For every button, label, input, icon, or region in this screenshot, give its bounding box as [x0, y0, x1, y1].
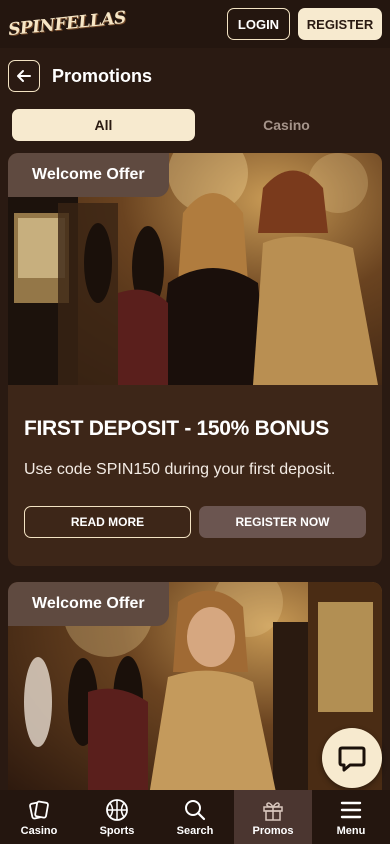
- register-button[interactable]: REGISTER: [298, 8, 382, 40]
- top-header: SPINFELLAS LOGIN REGISTER: [0, 0, 390, 48]
- tab-casino[interactable]: Casino: [195, 109, 378, 141]
- bottom-navigation: Casino Sports Search Promos Menu: [0, 790, 390, 844]
- promo-title: FIRST DEPOSIT - 150% BONUS: [24, 417, 329, 440]
- promo-description: Use code SPIN150 during your first depos…: [24, 461, 336, 478]
- tab-all[interactable]: All: [12, 109, 195, 141]
- nav-label: Search: [176, 824, 214, 837]
- page-title-row: Promotions: [0, 56, 390, 96]
- cards-icon: [29, 800, 49, 819]
- nav-item-sports[interactable]: Sports: [78, 790, 156, 844]
- login-button[interactable]: LOGIN: [227, 8, 290, 40]
- search-icon: [185, 799, 206, 820]
- read-more-button[interactable]: READ MORE: [24, 506, 191, 538]
- nav-label: Casino: [20, 824, 58, 837]
- nav-item-promos[interactable]: Promos: [234, 790, 312, 844]
- nav-label: Menu: [336, 824, 366, 837]
- register-now-button[interactable]: REGISTER NOW: [199, 506, 366, 538]
- spinfellas-logo[interactable]: SPINFELLAS: [7, 8, 126, 40]
- promo-category-tabs: All Casino: [12, 109, 378, 141]
- menu-icon: [340, 801, 362, 818]
- gift-icon: [263, 801, 283, 821]
- chat-bubble-icon: [338, 746, 366, 772]
- promotion-card: Welcome Offer FIRST DEPOSIT - 150% BONUS…: [8, 153, 382, 566]
- live-chat-button[interactable]: [322, 728, 382, 788]
- arrow-left-icon: [17, 70, 31, 82]
- page-title: Promotions: [52, 65, 153, 86]
- nav-item-casino[interactable]: Casino: [0, 790, 78, 844]
- welcome-offer-tag: Welcome Offer: [8, 582, 169, 626]
- welcome-offer-tag: Welcome Offer: [8, 153, 169, 197]
- back-button[interactable]: [8, 60, 40, 92]
- nav-item-menu[interactable]: Menu: [312, 790, 390, 844]
- nav-item-search[interactable]: Search: [156, 790, 234, 844]
- basketball-icon: [106, 798, 128, 821]
- nav-label: Promos: [252, 824, 294, 837]
- nav-label: Sports: [99, 824, 135, 837]
